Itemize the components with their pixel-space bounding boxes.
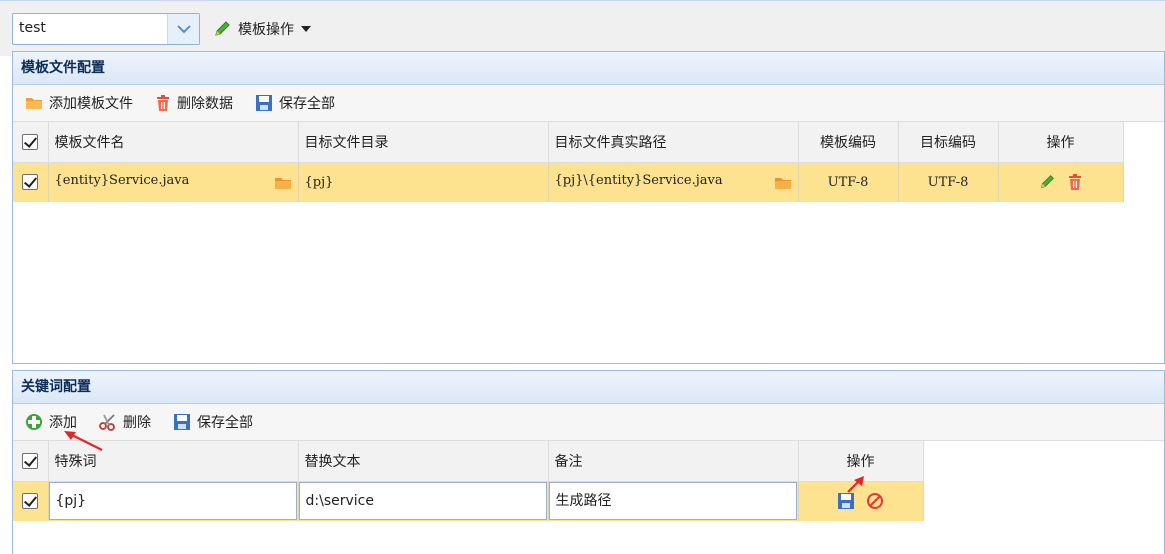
delete-data-label: 删除数据 xyxy=(177,96,233,112)
table-row[interactable]: {pj} d:\service 生成路径 xyxy=(13,481,924,521)
column-header[interactable]: 目标文件真实路径 xyxy=(548,122,799,163)
column-header[interactable]: 目标编码 xyxy=(898,122,999,163)
template-table-header: 模板文件名 目标文件目录 目标文件真实路径 模板编码 目标编码 操作 xyxy=(13,122,1124,163)
keyword-input[interactable]: {pj} xyxy=(48,482,297,521)
save-all-keyword-label: 保存全部 xyxy=(197,415,253,431)
target-encoding-cell[interactable]: UTF-8 xyxy=(898,162,999,202)
select-all-checkbox[interactable] xyxy=(22,452,39,469)
template-encoding-cell[interactable]: UTF-8 xyxy=(798,162,899,202)
row-checkbox[interactable] xyxy=(22,493,39,510)
project-select[interactable]: test xyxy=(12,13,200,45)
column-header[interactable]: 模板文件名 xyxy=(48,122,299,163)
pencil-icon[interactable] xyxy=(1038,173,1056,191)
table-row[interactable]: {entity}Service.java {pj} {pj}\{entity}S… xyxy=(13,162,1124,202)
template-file-value: {entity}Service.java xyxy=(54,173,190,189)
column-header[interactable]: 目标文件目录 xyxy=(298,122,549,163)
target-dir-value: {pj} xyxy=(304,174,334,190)
save-all-template-button[interactable]: 保存全部 xyxy=(255,93,335,113)
column-header[interactable]: 模板编码 xyxy=(798,122,899,163)
template-panel-title: 模板文件配置 xyxy=(13,52,1164,85)
template-config-panel: 模板文件配置 添加模板文件 删除数据 保存全部 模板文件名 目标文件目录 目标文… xyxy=(12,51,1165,364)
chevron-down-icon xyxy=(177,25,191,34)
replacement-input[interactable]: d:\service xyxy=(298,482,547,521)
target-path-cell[interactable]: {pj}\{entity}Service.java xyxy=(548,162,799,202)
keyword-table: 特殊词 替换文本 备注 操作 {pj} d:\service 生成路径 xyxy=(13,441,924,521)
add-template-button[interactable]: 添加模板文件 xyxy=(25,93,133,113)
keyword-cell: {pj} xyxy=(48,481,299,521)
column-header[interactable]: 替换文本 xyxy=(298,441,549,482)
row-checkbox-cell[interactable] xyxy=(13,162,49,202)
remark-input[interactable]: 生成路径 xyxy=(548,482,797,521)
delete-data-button[interactable]: 删除数据 xyxy=(155,93,233,113)
select-dropdown-button[interactable] xyxy=(167,14,199,44)
project-select-value: test xyxy=(19,20,46,36)
annotation-arrow-icon xyxy=(64,431,103,451)
remark-cell: 生成路径 xyxy=(548,481,799,521)
target-dir-cell[interactable]: {pj} xyxy=(298,162,549,202)
keyword-toolbar: 添加 删除 保存全部 xyxy=(13,404,1164,441)
keyword-config-panel: 关键词配置 添加 删除 保存全部 特殊词 替换文本 备注 操作 {pj} d:\… xyxy=(12,370,1165,554)
caret-down-icon xyxy=(301,26,311,32)
template-ops-button[interactable]: 模板操作 xyxy=(212,15,312,43)
add-icon xyxy=(26,414,42,430)
row-actions-cell xyxy=(998,162,1124,202)
save-all-template-label: 保存全部 xyxy=(279,96,335,112)
save-icon xyxy=(174,414,190,430)
select-all-checkbox[interactable] xyxy=(22,133,39,150)
select-all-checkbox-cell[interactable] xyxy=(13,122,49,163)
save-icon xyxy=(256,95,272,111)
delete-keyword-label: 删除 xyxy=(123,415,151,431)
target-path-value: {pj}\{entity}Service.java xyxy=(554,173,723,189)
cancel-icon[interactable] xyxy=(866,492,884,510)
keyword-panel-title: 关键词配置 xyxy=(13,371,1164,404)
pencil-icon xyxy=(215,21,230,36)
trash-icon xyxy=(157,95,169,111)
select-all-checkbox-cell[interactable] xyxy=(13,441,49,482)
column-header: 操作 xyxy=(998,122,1124,163)
template-table: 模板文件名 目标文件目录 目标文件真实路径 模板编码 目标编码 操作 {enti… xyxy=(13,122,1124,202)
row-checkbox-cell[interactable] xyxy=(13,481,49,521)
replacement-cell: d:\service xyxy=(298,481,549,521)
template-toolbar: 添加模板文件 删除数据 保存全部 xyxy=(13,85,1164,122)
save-all-keyword-button[interactable]: 保存全部 xyxy=(173,412,253,432)
keyword-table-header: 特殊词 替换文本 备注 操作 xyxy=(13,441,924,482)
folder-icon[interactable] xyxy=(274,175,292,191)
top-bar: test 模板操作 xyxy=(0,0,1165,56)
template-file-cell[interactable]: {entity}Service.java xyxy=(48,162,299,202)
folder-icon[interactable] xyxy=(774,175,792,191)
add-template-label: 添加模板文件 xyxy=(49,96,133,112)
column-header[interactable]: 备注 xyxy=(548,441,799,482)
row-checkbox[interactable] xyxy=(22,174,39,191)
annotation-arrow-icon xyxy=(847,476,864,493)
folder-icon xyxy=(26,98,42,109)
trash-icon[interactable] xyxy=(1067,173,1083,191)
save-icon[interactable] xyxy=(837,492,855,510)
template-ops-label: 模板操作 xyxy=(238,22,294,38)
